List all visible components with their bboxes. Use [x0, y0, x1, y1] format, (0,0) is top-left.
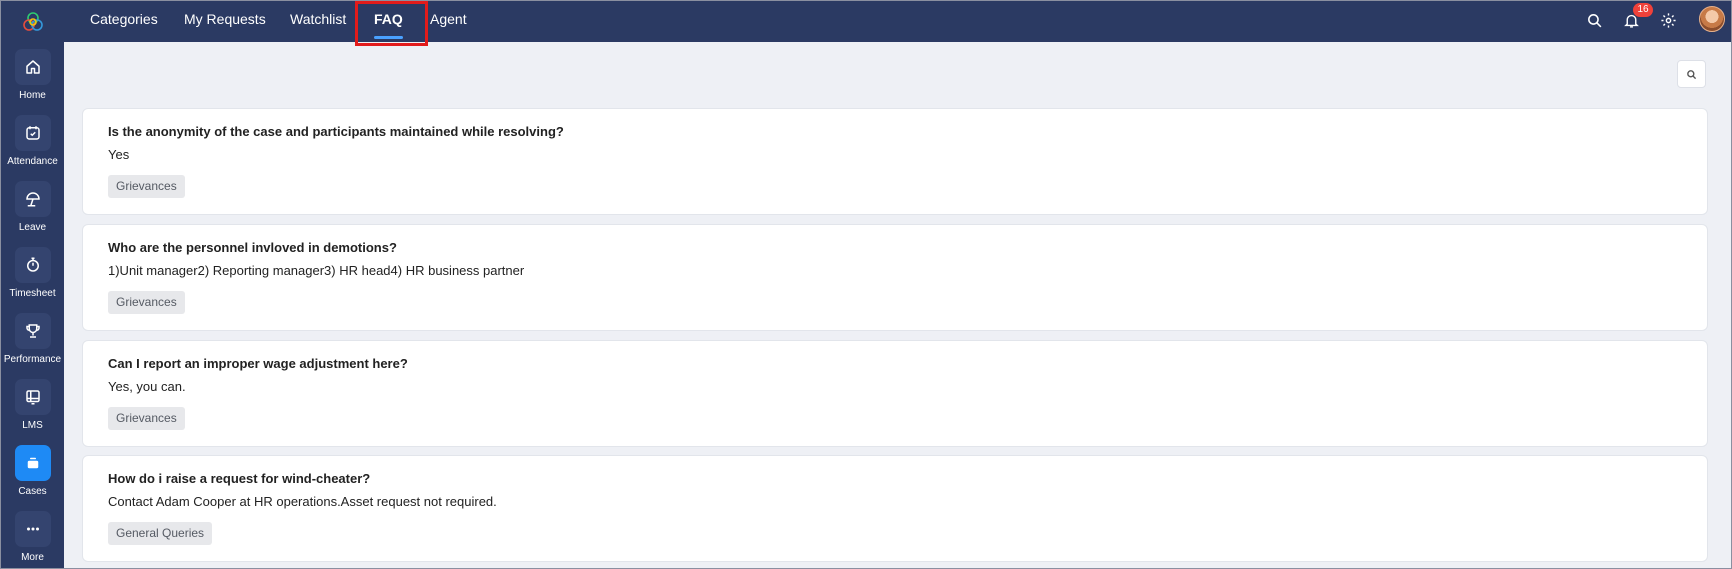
avatar[interactable]: [1699, 6, 1725, 32]
calendar-check-icon: [14, 115, 51, 151]
gear-icon[interactable]: [1657, 9, 1679, 31]
app-window: Home Attendance Leave Timesheet Performa: [0, 0, 1732, 569]
trophy-icon: [14, 313, 51, 349]
faq-answer: 1)Unit manager2) Reporting manager3) HR …: [108, 263, 525, 278]
active-tab-indicator: [374, 36, 403, 39]
beach-umbrella-icon: [14, 181, 51, 217]
tab-categories[interactable]: Categories: [90, 1, 158, 42]
zoho-people-logo-icon[interactable]: [1, 1, 64, 42]
faq-answer: Contact Adam Cooper at HR operations.Ass…: [108, 494, 497, 509]
faq-card[interactable]: Can I report an improper wage adjustment…: [82, 340, 1708, 447]
sidebar-item-label: Performance: [3, 354, 62, 365]
left-sidebar: Home Attendance Leave Timesheet Performa: [1, 1, 64, 568]
tab-my-requests[interactable]: My Requests: [184, 1, 266, 42]
tab-agent[interactable]: Agent: [430, 1, 467, 42]
notification-count-badge: 16: [1633, 3, 1653, 17]
faq-card[interactable]: How do i raise a request for wind-cheate…: [82, 455, 1708, 562]
faq-category-tag: General Queries: [108, 522, 213, 545]
cases-tray-icon: [14, 445, 51, 481]
sidebar-item-label: LMS: [22, 420, 43, 431]
sidebar-item-leave[interactable]: Leave: [1, 181, 64, 241]
faq-question: Is the anonymity of the case and partici…: [108, 124, 564, 139]
tab-faq[interactable]: FAQ: [374, 1, 403, 42]
faq-answer: Yes, you can.: [108, 379, 186, 394]
faq-question: How do i raise a request for wind-cheate…: [108, 471, 371, 486]
lms-board-icon: [14, 379, 51, 415]
faq-search-button[interactable]: [1677, 60, 1706, 88]
sidebar-item-cases[interactable]: Cases: [1, 445, 64, 505]
sidebar-item-performance[interactable]: Performance: [1, 313, 64, 373]
stopwatch-icon: [14, 247, 51, 283]
sidebar-item-home[interactable]: Home: [1, 49, 64, 109]
sidebar-item-label: More: [21, 552, 44, 563]
more-dots-icon: [14, 511, 51, 547]
top-nav-bar: Categories My Requests Watchlist FAQ Age…: [64, 1, 1731, 42]
sidebar-item-timesheet[interactable]: Timesheet: [1, 247, 64, 307]
faq-question: Who are the personnel invloved in demoti…: [108, 240, 397, 255]
faq-card[interactable]: Who are the personnel invloved in demoti…: [82, 224, 1708, 331]
sidebar-item-label: Cases: [18, 486, 47, 497]
faq-card[interactable]: Is the anonymity of the case and partici…: [82, 108, 1708, 215]
tab-watchlist[interactable]: Watchlist: [290, 1, 346, 42]
faq-category-tag: Grievances: [108, 291, 185, 314]
sidebar-item-label: Attendance: [7, 156, 58, 167]
sidebar-item-label: Leave: [18, 222, 47, 233]
sidebar-item-more[interactable]: More: [1, 511, 64, 568]
home-icon: [14, 49, 51, 85]
faq-question: Can I report an improper wage adjustment…: [108, 356, 408, 371]
tab-faq-label: FAQ: [374, 11, 403, 27]
sidebar-item-label: Timesheet: [9, 288, 56, 299]
faq-answer: Yes: [108, 147, 130, 162]
faq-category-tag: Grievances: [108, 407, 185, 430]
sidebar-item-attendance[interactable]: Attendance: [1, 115, 64, 175]
sidebar-item-label: Home: [19, 90, 46, 101]
faq-category-tag: Grievances: [108, 175, 185, 198]
search-icon[interactable]: [1583, 9, 1605, 31]
sidebar-item-lms[interactable]: LMS: [1, 379, 64, 439]
